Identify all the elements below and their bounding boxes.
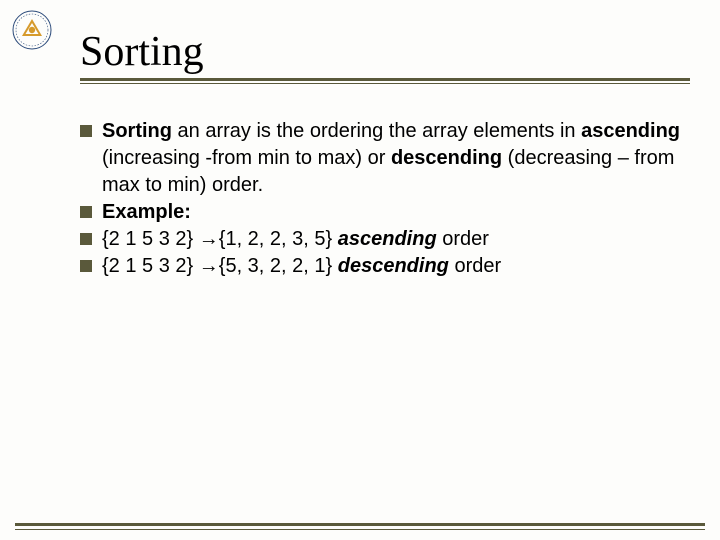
bullet-text: {2 1 5 3 2} →{1, 2, 2, 3, 5} ascending o… <box>102 226 680 253</box>
input-set: {2 1 5 3 2} <box>102 255 199 277</box>
order-kind: descending <box>338 255 449 277</box>
bullet-text: Example: <box>102 199 680 226</box>
text: an array is the ordering the array eleme… <box>172 120 581 142</box>
bullet-text: {2 1 5 3 2} →{5, 3, 2, 2, 1} descending … <box>102 253 680 280</box>
text: (increasing -from min to max) or <box>102 147 391 169</box>
text: order <box>449 255 501 277</box>
term-sorting: Sorting <box>102 120 172 142</box>
bullet-example-descending: {2 1 5 3 2} →{5, 3, 2, 2, 1} descending … <box>80 253 680 280</box>
slide-title: Sorting <box>80 28 690 76</box>
title-block: Sorting <box>80 28 690 84</box>
bullet-icon <box>80 233 92 245</box>
bullet-example-label: Example: <box>80 199 680 226</box>
text: order <box>437 228 489 250</box>
output-set: {1, 2, 2, 3, 5} <box>219 228 338 250</box>
bullet-icon <box>80 125 92 137</box>
bullet-icon <box>80 260 92 272</box>
bullet-text: Sorting an array is the ordering the arr… <box>102 118 680 199</box>
input-set: {2 1 5 3 2} <box>102 228 199 250</box>
university-logo <box>12 10 52 50</box>
bullet-definition: Sorting an array is the ordering the arr… <box>80 118 680 199</box>
title-rule-thick <box>80 78 690 81</box>
slide-body: Sorting an array is the ordering the arr… <box>80 118 680 280</box>
arrow-icon: → <box>199 255 219 277</box>
footer-rule-thin <box>15 529 705 530</box>
term-ascending: ascending <box>581 120 680 142</box>
output-set: {5, 3, 2, 2, 1} <box>219 255 338 277</box>
term-descending: descending <box>391 147 502 169</box>
bullet-icon <box>80 206 92 218</box>
order-kind: ascending <box>338 228 437 250</box>
bullet-example-ascending: {2 1 5 3 2} →{1, 2, 2, 3, 5} ascending o… <box>80 226 680 253</box>
title-rule-thin <box>80 83 690 84</box>
arrow-icon: → <box>199 228 219 250</box>
footer-rule-thick <box>15 523 705 526</box>
label-example: Example: <box>102 201 191 223</box>
